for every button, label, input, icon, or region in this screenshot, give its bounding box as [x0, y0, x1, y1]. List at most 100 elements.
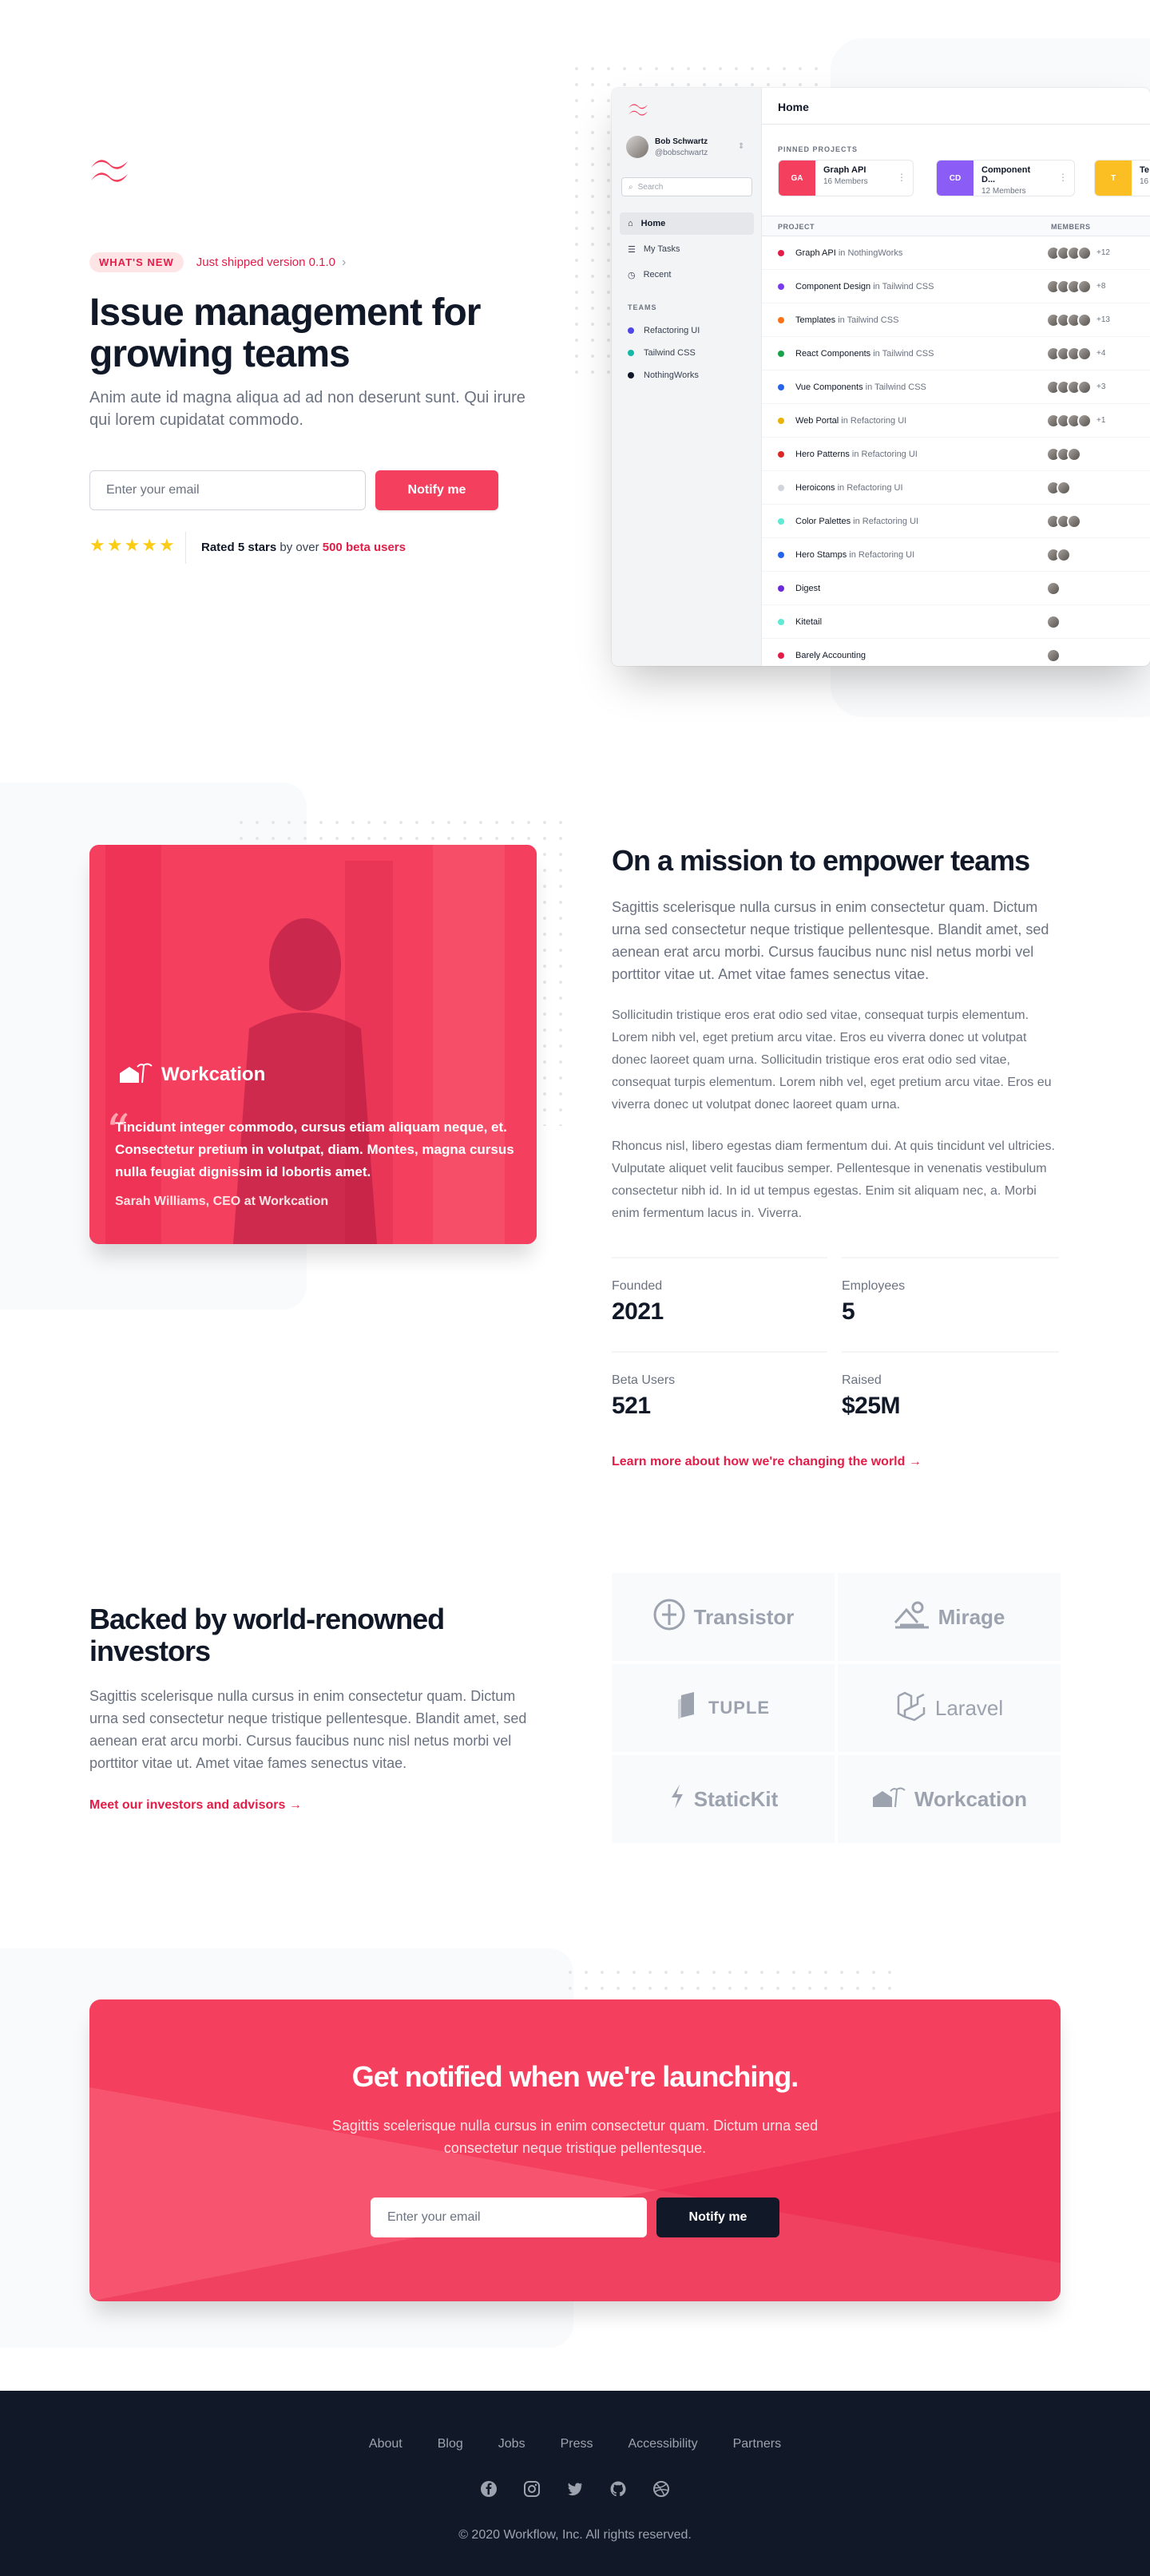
team-item-refactoring-ui[interactable]: Refactoring UI [612, 319, 762, 342]
footer-link-press[interactable]: Press [561, 2437, 593, 2451]
project-status-dot [778, 249, 784, 256]
investors-body: Sagittis scelerisque nulla cursus in eni… [89, 1688, 527, 1771]
nav-item-label: My Tasks [643, 244, 680, 254]
hero-notify-button[interactable]: Notify me [375, 470, 498, 510]
app-logo-icon [628, 102, 648, 121]
project-name: Barely Accounting [795, 651, 866, 660]
pinned-card-graph-api[interactable]: GA Graph API 16 Members ⋮ [778, 160, 914, 196]
footer-links: About Blog Jobs Press Accessibility Part… [0, 2437, 1150, 2451]
footer-socials [0, 2480, 1150, 2502]
table-row[interactable]: Hero Stamps in Refactoring UI [762, 538, 1150, 572]
twitter-icon[interactable] [566, 2480, 584, 2502]
project-status-dot [778, 350, 784, 357]
cta-title: Get notified when we're launching. [351, 2060, 799, 2093]
table-row[interactable]: Heroicons in Refactoring UI [762, 471, 1150, 505]
footer-link-accessibility[interactable]: Accessibility [628, 2437, 697, 2451]
table-row[interactable]: Color Palettes in Refactoring UI [762, 505, 1150, 538]
laravel-logo-icon [895, 1690, 927, 1727]
app-search-input[interactable]: ⌕ Search [621, 177, 752, 196]
investor-logo-workcation[interactable]: Workcation [838, 1755, 1061, 1843]
footer-link-blog[interactable]: Blog [438, 2437, 463, 2451]
release-link-text: Just shipped version 0.1.0 [196, 256, 336, 269]
table-row[interactable]: Graph API in NothingWorks +12 [762, 236, 1150, 270]
investor-logo-tuple[interactable]: TUPLE [612, 1664, 835, 1752]
mission-learn-more-link[interactable]: Learn more about how we're changing the … [612, 1455, 922, 1469]
footer-link-jobs[interactable]: Jobs [498, 2437, 525, 2451]
project-name-cell: Barely Accounting [778, 651, 1046, 660]
testimonial-card: Workcation “ Tincidunt integer commodo, … [89, 845, 537, 1244]
member-avatars [1046, 581, 1134, 596]
team-item-nothingworks[interactable]: NothingWorks [612, 364, 762, 386]
table-row[interactable]: Digest [762, 572, 1150, 605]
project-name-cell: Kitetail [778, 617, 1046, 627]
facebook-icon[interactable] [480, 2480, 498, 2502]
rating-stars: ★ ★ ★ ★ ★ [89, 535, 175, 556]
table-row[interactable]: React Components in Tailwind CSS +4 [762, 337, 1150, 371]
pinned-card-component-design[interactable]: CD Component D... 12 Members ⋮ [936, 160, 1075, 196]
member-count: +4 [1096, 349, 1106, 358]
member-avatars [1046, 547, 1134, 562]
member-avatars [1046, 513, 1134, 529]
hero-email-input[interactable]: Enter your email [89, 470, 366, 510]
workflow-logo-icon[interactable] [89, 157, 129, 184]
project-name-cell: Hero Stamps in Refactoring UI [778, 550, 1046, 560]
dribbble-icon[interactable] [652, 2480, 670, 2502]
team-item-tailwind-css[interactable]: Tailwind CSS [612, 342, 762, 364]
stat-beta-users: Beta Users 521 [612, 1373, 675, 1420]
investor-logo-laravel[interactable]: Laravel [838, 1664, 1061, 1752]
avatar [1057, 480, 1071, 495]
hero-title-line2: growing teams [89, 333, 351, 375]
investor-name: Mirage [938, 1604, 1005, 1629]
project-status-dot [778, 417, 784, 424]
footer-link-partners[interactable]: Partners [733, 2437, 781, 2451]
project-team: in Tailwind CSS [862, 382, 926, 392]
avatar [1077, 245, 1092, 260]
table-row[interactable]: Web Portal in Refactoring UI +1 [762, 404, 1150, 438]
investor-logo-mirage[interactable]: Mirage [838, 1573, 1061, 1661]
stat-label: Employees [842, 1279, 906, 1293]
col-project: PROJECT [778, 223, 815, 231]
table-row[interactable]: Vue Components in Tailwind CSS +3 [762, 371, 1150, 404]
nav-item-recent[interactable]: ◷ Recent [620, 264, 754, 286]
more-vertical-icon[interactable]: ⋮ [890, 161, 913, 196]
table-row[interactable]: Hero Patterns in Refactoring UI [762, 438, 1150, 471]
investor-logo-statickit[interactable]: StaticKit [612, 1755, 835, 1843]
whats-new-row[interactable]: WHAT'S NEW Just shipped version 0.1.0 › [89, 252, 346, 272]
table-row[interactable]: Barely Accounting [762, 639, 1150, 666]
avatar[interactable] [626, 136, 648, 158]
stat-label: Raised [842, 1373, 882, 1387]
avatar [1067, 446, 1081, 462]
investor-logo-transistor[interactable]: Transistor [612, 1573, 835, 1661]
table-row[interactable]: Kitetail [762, 605, 1150, 639]
project-status-dot [778, 652, 784, 659]
cta-email-input[interactable]: Enter your email [371, 2198, 647, 2237]
team-dot [628, 327, 634, 334]
project-name: Color Palettes in Refactoring UI [795, 517, 918, 526]
mission-paragraph-2: Rhoncus nisl, libero egestas diam fermen… [612, 1139, 1055, 1220]
investors-link[interactable]: Meet our investors and advisors → [89, 1798, 302, 1813]
table-row[interactable]: Templates in Tailwind CSS +13 [762, 303, 1150, 337]
mission-paragraph-1: Sollicitudin tristique eros erat odio se… [612, 1009, 1052, 1112]
project-name: Heroicons in Refactoring UI [795, 483, 903, 493]
stat-divider [842, 1257, 1059, 1258]
stat-raised: Raised $25M [842, 1373, 901, 1420]
instagram-icon[interactable] [523, 2480, 541, 2502]
table-row[interactable]: Component Design in Tailwind CSS +8 [762, 270, 1150, 303]
cta-notify-button[interactable]: Notify me [656, 2198, 779, 2237]
selector-icon[interactable]: ⇕ [738, 142, 744, 151]
project-status-dot [778, 618, 784, 625]
avatar [1077, 346, 1092, 361]
cta-subtitle: Sagittis scelerisque nulla cursus in eni… [331, 2118, 819, 2156]
chevron-right-icon: › [342, 255, 347, 269]
project-status-dot [778, 283, 784, 290]
project-name-cell: Heroicons in Refactoring UI [778, 483, 1046, 493]
project-title: Kitetail [795, 616, 823, 627]
release-link[interactable]: Just shipped version 0.1.0 › [196, 256, 347, 270]
github-icon[interactable] [609, 2480, 627, 2502]
more-vertical-icon[interactable]: ⋮ [1052, 161, 1074, 196]
footer-link-about[interactable]: About [369, 2437, 402, 2451]
nav-item-my-tasks[interactable]: ☰ My Tasks [620, 238, 754, 260]
nav-item-home[interactable]: ⌂ Home [620, 212, 754, 235]
pinned-initials: CD [937, 161, 974, 196]
pinned-card-third[interactable]: T Te 16 [1094, 160, 1150, 196]
